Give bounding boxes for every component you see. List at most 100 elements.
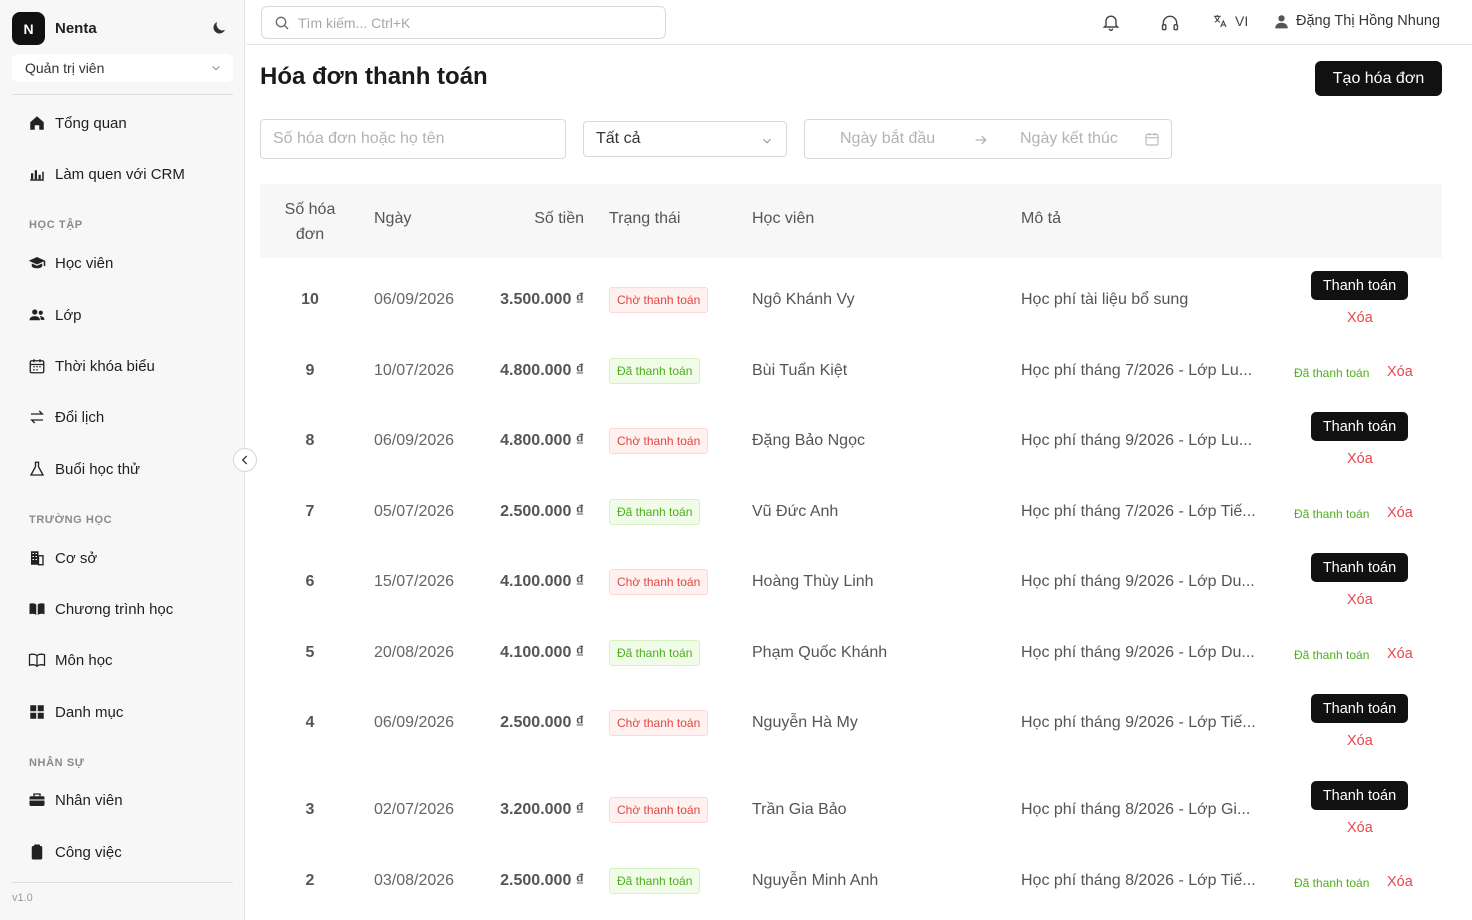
clipboard-icon [31, 844, 43, 860]
invoice-status: Chờ thanh toán [609, 428, 709, 454]
brand[interactable]: N Nenta [12, 12, 97, 45]
sidebar-item-trial-lessons[interactable]: Buổi học thử [12, 451, 233, 487]
paid-label: Đã thanh toán [1294, 366, 1370, 380]
student-name: Phạm Quốc Khánh [752, 644, 888, 661]
invoice-amount: 3.200.000 ₫ [500, 801, 584, 818]
bell-icon[interactable] [1101, 12, 1121, 32]
end-date-input[interactable]: Ngày kết thúc [1020, 130, 1118, 148]
table-row[interactable]: 9 10/07/2026 4.800.000 ₫ Đã thanh toán Bùi T… [260, 336, 1442, 406]
invoice-search-input[interactable] [260, 119, 566, 159]
page-title: Hóa đơn thanh toán [260, 63, 488, 90]
header-student[interactable]: Học viên [752, 210, 814, 228]
pay-button[interactable]: Thanh toán [1311, 412, 1408, 441]
invoice-number: 10 [301, 291, 319, 308]
language-switcher[interactable]: VI [1212, 13, 1248, 29]
table-row[interactable]: 3 02/07/2026 3.200.000 ₫ Chờ thanh toán Trần… [260, 775, 1442, 845]
table-row[interactable]: 4 06/09/2026 2.500.000 ₫ Chờ thanh toán Nguy… [260, 688, 1442, 758]
invoice-description: Học phí tháng 9/2026 - Lớp Tiế... [1021, 714, 1256, 731]
table-row[interactable]: 7 05/07/2026 2.500.000 ₫ Đã thanh toán Vũ Đứ… [260, 477, 1442, 547]
sidebar-item-timetable[interactable]: Thời khóa biểu [12, 348, 233, 384]
sidebar-item-crm-intro[interactable]: Làm quen với CRM [12, 156, 233, 192]
invoice-status: Đã thanh toán [609, 499, 701, 525]
delete-link[interactable]: Xóa [1387, 646, 1413, 662]
sidebar-item-label: Danh mục [55, 703, 124, 721]
pay-button[interactable]: Thanh toán [1311, 271, 1408, 300]
pay-button[interactable]: Thanh toán [1311, 553, 1408, 582]
sidebar-item-label: Đổi lịch [55, 408, 105, 426]
sidebar-item-categories[interactable]: Danh mục [12, 694, 233, 730]
delete-link[interactable]: Xóa [1347, 820, 1373, 836]
pay-button[interactable]: Thanh toán [1311, 781, 1408, 810]
user-menu[interactable]: Đặng Thị Hồng Nhung [1274, 13, 1440, 29]
sidebar-item-tasks[interactable]: Công việc [12, 834, 233, 870]
sidebar-item-students[interactable]: Học viên [12, 245, 233, 281]
table-row[interactable]: 5 20/08/2026 4.100.000 ₫ Đã thanh toán Phạm … [260, 618, 1442, 688]
delete-link[interactable]: Xóa [1387, 505, 1413, 521]
brand-logo: N [12, 12, 45, 45]
sidebar-item-overview[interactable]: Tổng quan [12, 105, 233, 141]
sidebar-item-label: Học viên [55, 254, 114, 272]
date-range-picker[interactable]: Ngày bắt đầu Ngày kết thúc [804, 119, 1172, 159]
header-date[interactable]: Ngày [374, 210, 411, 228]
sidebar-collapse-button[interactable] [233, 448, 257, 472]
create-invoice-button[interactable]: Tạo hóa đơn [1315, 61, 1442, 96]
invoice-number: 7 [305, 503, 315, 520]
invoice-date: 05/07/2026 [374, 503, 455, 520]
sidebar-item-label: Nhân viên [55, 791, 123, 809]
status-badge: Chờ thanh toán [609, 797, 709, 823]
sidebar-item-label: Làm quen với CRM [55, 165, 185, 183]
invoice-date: 06/09/2026 [374, 714, 455, 731]
sidebar-item-staff[interactable]: Nhân viên [12, 782, 233, 818]
delete-link[interactable]: Xóa [1347, 592, 1373, 608]
invoice-amount: 4.100.000 ₫ [500, 644, 584, 661]
moon-icon[interactable] [210, 19, 228, 37]
sidebar-item-programs[interactable]: Chương trình học [12, 591, 233, 627]
delete-link[interactable]: Xóa [1387, 364, 1413, 380]
sidebar-item-subjects[interactable]: Môn học [12, 642, 233, 678]
start-date-input[interactable]: Ngày bắt đầu [840, 130, 935, 148]
student-name: Nguyễn Hà My [752, 714, 858, 731]
delete-link[interactable]: Xóa [1347, 310, 1373, 326]
header-invoice-number[interactable]: Số hóa đơn [260, 197, 360, 247]
student-name: Hoàng Thùy Linh [752, 573, 874, 590]
global-search-input[interactable] [298, 14, 658, 31]
invoice-description: Học phí tháng 9/2026 - Lớp Lu... [1021, 432, 1253, 449]
status-filter-select[interactable]: Tất cả [583, 121, 787, 157]
header-description[interactable]: Mô tả [1021, 210, 1061, 228]
pay-button[interactable]: Thanh toán [1311, 694, 1408, 723]
sidebar-item-facilities[interactable]: Cơ sở [12, 540, 233, 576]
sidebar: N Nenta Quản trị viên Tổng quan Làm quen… [0, 0, 245, 920]
role-select[interactable]: Quản trị viên [12, 54, 233, 82]
role-select-value: Quản trị viên [25, 60, 105, 76]
headphones-icon[interactable] [1160, 13, 1180, 33]
student-name: Trần Gia Bảo [752, 801, 847, 818]
invoice-date: 06/09/2026 [374, 291, 455, 308]
global-search[interactable] [261, 6, 666, 39]
table-row[interactable]: 2 03/08/2026 2.500.000 ₫ Đã thanh toán Nguyễ… [260, 846, 1442, 916]
nav-section-title: NHÂN SỰ [29, 757, 85, 769]
sidebar-item-reschedule[interactable]: Đổi lịch [12, 399, 233, 435]
table-row[interactable]: 10 06/09/2026 3.500.000 ₫ Chờ thanh toán Ngô… [260, 265, 1442, 335]
translate-icon [1214, 15, 1227, 28]
delete-link[interactable]: Xóa [1347, 451, 1373, 467]
brand-name: Nenta [55, 20, 97, 37]
student-name: Đặng Bảo Ngọc [752, 432, 865, 449]
table-row[interactable]: 8 06/09/2026 4.800.000 ₫ Chờ thanh toán Đặng… [260, 406, 1442, 476]
delete-link[interactable]: Xóa [1387, 874, 1413, 890]
paid-label: Đã thanh toán [1294, 507, 1370, 521]
delete-link[interactable]: Xóa [1347, 733, 1373, 749]
header-amount[interactable]: Số tiền [460, 210, 584, 228]
status-badge: Đã thanh toán [609, 358, 701, 384]
topbar: VI Đặng Thị Hồng Nhung [246, 0, 1472, 45]
table-row[interactable]: 6 15/07/2026 4.100.000 ₫ Chờ thanh toán Hoàn… [260, 547, 1442, 617]
invoice-status: Đã thanh toán [609, 640, 701, 666]
invoice-amount: 4.100.000 ₫ [500, 573, 584, 590]
sidebar-item-label: Môn học [55, 651, 113, 669]
invoice-number: 6 [305, 573, 315, 590]
flask-icon [29, 461, 45, 476]
calendar-icon [1145, 133, 1159, 146]
sidebar-item-classes[interactable]: Lớp [12, 297, 233, 333]
sidebar-item-label: Buổi học thử [55, 460, 141, 478]
table-header: Số hóa đơn Ngày Số tiền Trạng thái Học v… [260, 184, 1442, 258]
header-status[interactable]: Trạng thái [609, 210, 680, 228]
